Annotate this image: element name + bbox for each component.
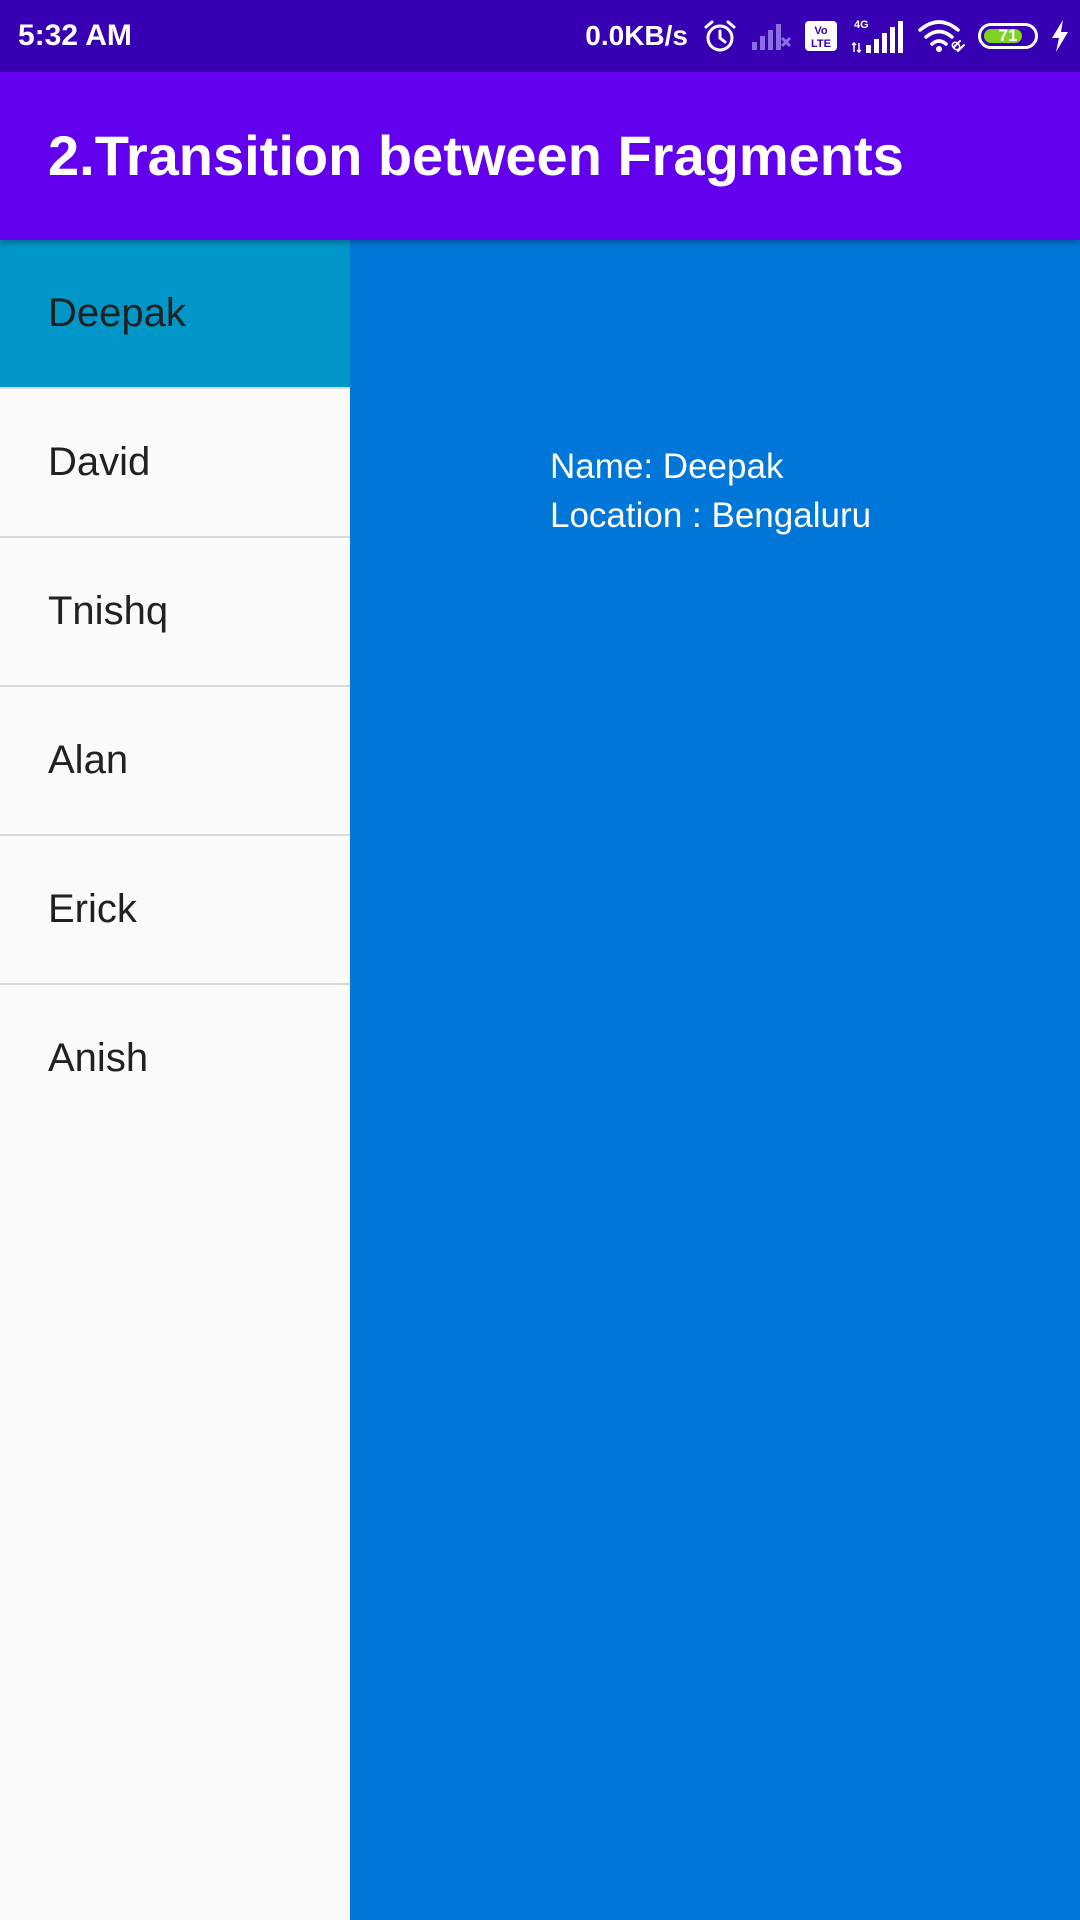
alarm-icon bbox=[702, 18, 738, 54]
page-title: 2.Transition between Fragments bbox=[48, 124, 904, 187]
list-item-erick[interactable]: Erick bbox=[0, 836, 350, 985]
signal-4g-icon: 4G bbox=[850, 17, 904, 55]
detail-info: Name: Deepak Location : Bengaluru bbox=[550, 442, 871, 540]
battery-icon: 71 bbox=[978, 23, 1038, 49]
detail-panel: Name: Deepak Location : Bengaluru bbox=[350, 240, 1080, 1920]
network-speed: 0.0KB/s bbox=[585, 20, 688, 51]
svg-text:Vo: Vo bbox=[814, 25, 828, 37]
signal-no-sim-icon bbox=[750, 20, 792, 52]
list-item-alan[interactable]: Alan bbox=[0, 687, 350, 836]
svg-text:4G: 4G bbox=[854, 19, 869, 31]
svg-text:LTE: LTE bbox=[811, 38, 831, 50]
volte-icon: Vo LTE bbox=[804, 20, 838, 52]
name-list: Deepak David Tnishq Alan Erick Anish bbox=[0, 240, 350, 1920]
charging-icon bbox=[1050, 19, 1070, 53]
list-item-label: Alan bbox=[48, 738, 129, 782]
detail-name: Name: Deepak bbox=[550, 447, 784, 486]
list-item-david[interactable]: David bbox=[0, 389, 350, 538]
status-time: 5:32 AM bbox=[18, 19, 132, 52]
list-item-anish[interactable]: Anish bbox=[0, 985, 350, 1132]
list-item-deepak[interactable]: Deepak bbox=[0, 240, 350, 389]
battery-level: 71 bbox=[998, 26, 1018, 45]
list-item-label: Tnishq bbox=[48, 589, 169, 633]
detail-location: Location : Bengaluru bbox=[550, 496, 872, 535]
list-item-tnishq[interactable]: Tnishq bbox=[0, 538, 350, 687]
wifi-icon bbox=[916, 18, 966, 54]
list-item-label: David bbox=[48, 440, 151, 484]
list-item-label: Anish bbox=[48, 1036, 149, 1080]
list-item-label: Deepak bbox=[48, 291, 186, 335]
list-item-label: Erick bbox=[48, 887, 137, 931]
app-bar: 2.Transition between Fragments bbox=[0, 72, 1080, 240]
status-bar: 5:32 AM 0.0KB/s Vo LTE 4G 71 bbox=[0, 0, 1080, 72]
status-icons: 0.0KB/s Vo LTE 4G 71 bbox=[585, 0, 1070, 72]
